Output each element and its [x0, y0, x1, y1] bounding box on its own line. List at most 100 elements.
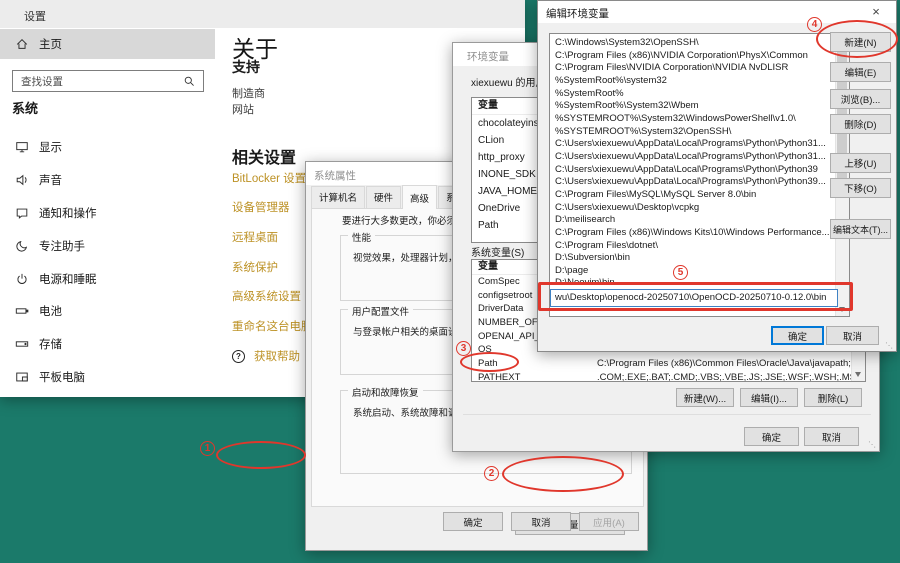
focus-assist-icon	[16, 240, 28, 252]
tab-hardware[interactable]: 硬件	[366, 186, 402, 208]
path-list-item[interactable]: %SYSTEMROOT%\System32\OpenSSH\	[550, 126, 838, 139]
link-device-manager[interactable]: 设备管理器	[232, 193, 313, 223]
path-list-item[interactable]: D:\page	[550, 265, 838, 278]
resize-grip[interactable]: ⋱	[868, 441, 876, 449]
envvars-delete-button[interactable]: 删除(L)	[804, 388, 862, 407]
editenv-ok-button[interactable]: 确定	[771, 326, 824, 345]
settings-search-input[interactable]: 查找设置	[12, 70, 204, 92]
settings-sidebar: 显示 声音 通知和操作 专注助手 电源和睡眠 电池 存储 平板电脑	[0, 131, 215, 393]
editenv-browse-button[interactable]: 浏览(B)...	[830, 89, 891, 109]
sidebar-item-notifications[interactable]: 通知和操作	[0, 197, 215, 230]
sidebar-item-label: 声音	[39, 175, 62, 188]
path-list-item[interactable]: C:\Users\xiexuewu\AppData\Local\Programs…	[550, 176, 838, 189]
close-icon[interactable]: ×	[861, 1, 891, 22]
link-advanced-system-settings[interactable]: 高级系统设置	[232, 281, 313, 311]
editenv-move-up-button[interactable]: 上移(U)	[830, 153, 891, 173]
editenv-new-button[interactable]: 新建(N)	[830, 32, 891, 52]
link-rename-pc[interactable]: 重命名这台电脑	[232, 311, 313, 341]
editenv-title: 编辑环境变量	[546, 8, 609, 20]
link-system-protection[interactable]: 系统保护	[232, 252, 313, 282]
path-list-item[interactable]: C:\Program Files (x86)\Windows Kits\10\W…	[550, 227, 838, 240]
sidebar-item-display[interactable]: 显示	[0, 131, 215, 164]
search-placeholder: 查找设置	[21, 75, 63, 88]
path-list[interactable]: C:\Windows\System32\OpenSSH\ C:\Program …	[549, 33, 850, 317]
list-item: PATHEXT .COM;.EXE;.BAT;.CMD;.VBS;.VBE;.JS…	[478, 371, 863, 382]
editenv-move-down-button[interactable]: 下移(O)	[830, 178, 891, 198]
path-list-item[interactable]: %SystemRoot%\system32	[550, 75, 838, 88]
path-list-item[interactable]: %SystemRoot%\System32\Wbem	[550, 100, 838, 113]
envvars-ok-button[interactable]: 确定	[744, 427, 799, 446]
path-list-item[interactable]: C:\Users\xiexuewu\AppData\Local\Programs…	[550, 151, 838, 164]
settings-titlebar: 设置	[0, 0, 525, 28]
editenv-cancel-button[interactable]: 取消	[826, 326, 879, 345]
search-icon[interactable]	[183, 75, 196, 88]
battery-icon	[15, 308, 29, 315]
support-heading: 支持	[232, 59, 260, 75]
sidebar-item-label: 专注助手	[39, 240, 85, 253]
display-icon	[16, 142, 28, 153]
sidebar-item-home[interactable]: 主页	[0, 29, 215, 59]
path-list-item[interactable]: C:\Windows\System32\OpenSSH\	[550, 37, 838, 50]
scroll-down-icon[interactable]	[839, 307, 845, 312]
scroll-down-icon[interactable]	[855, 372, 861, 377]
sidebar-home-label: 主页	[39, 39, 62, 51]
sound-icon	[16, 174, 27, 186]
separator	[463, 414, 871, 415]
sidebar-item-label: 平板电脑	[39, 371, 85, 384]
link-bitlocker[interactable]: BitLocker 设置	[232, 163, 313, 193]
path-list-item[interactable]: D:\meilisearch	[550, 214, 838, 227]
path-list-item[interactable]: C:\Program Files\NVIDIA Corporation\NVID…	[550, 62, 838, 75]
editenv-edit-button[interactable]: 编辑(E)	[830, 62, 891, 82]
sysprops-ok-button[interactable]: 确定	[443, 512, 503, 531]
group-title: 启动和故障恢复	[348, 385, 423, 399]
settings-app-title: 设置	[24, 11, 46, 23]
get-help-label: 获取帮助	[254, 351, 300, 363]
path-edit-input[interactable]: wu\Desktop\openocd-20250710\OpenOCD-2025…	[550, 289, 838, 307]
notifications-icon	[16, 208, 28, 219]
storage-icon	[15, 341, 29, 347]
path-list-item[interactable]: D:\Subversion\bin	[550, 252, 838, 265]
group-title: 性能	[348, 230, 376, 244]
group-title: 用户配置文件	[348, 304, 414, 318]
sidebar-item-storage[interactable]: 存储	[0, 328, 215, 361]
resize-grip[interactable]: ⋱	[885, 342, 893, 350]
sidebar-item-label: 通知和操作	[39, 207, 97, 220]
sidebar-section-system: 系统	[12, 101, 39, 116]
sysprops-title: 系统属性	[314, 170, 356, 182]
link-remote-desktop[interactable]: 远程桌面	[232, 222, 313, 252]
tab-computer-name[interactable]: 计算机名	[311, 186, 366, 208]
path-list-item[interactable]: C:\Program Files\MySQL\MySQL Server 8.0\…	[550, 189, 838, 202]
envvars-title: 环境变量	[467, 51, 509, 63]
help-icon: ?	[232, 349, 245, 363]
sidebar-item-power-sleep[interactable]: 电源和睡眠	[0, 262, 215, 295]
tab-advanced[interactable]: 高级	[402, 185, 438, 209]
sysprops-apply-button[interactable]: 应用(A)	[579, 512, 639, 531]
sidebar-item-battery[interactable]: 电池	[0, 295, 215, 328]
desktop: 设置 主页 查找设置 系统 显示 声音 通知和操作 专注助手 电源和睡眠 电池 …	[0, 0, 900, 563]
sidebar-item-label: 显示	[39, 142, 62, 155]
envvars-cancel-button[interactable]: 取消	[804, 427, 859, 446]
sidebar-item-tablet[interactable]: 平板电脑	[0, 361, 215, 394]
home-icon	[16, 38, 28, 49]
path-list-item[interactable]: %SystemRoot%	[550, 88, 838, 101]
sidebar-item-focus-assist[interactable]: 专注助手	[0, 229, 215, 262]
sysprops-cancel-button[interactable]: 取消	[511, 512, 571, 531]
get-help-link[interactable]: ? 获取帮助	[232, 348, 300, 364]
annotation-step-1: 1	[200, 441, 215, 456]
related-settings-links: BitLocker 设置 设备管理器 远程桌面 系统保护 高级系统设置 重命名这…	[232, 163, 313, 341]
path-list-item[interactable]: C:\Users\xiexuewu\AppData\Local\Programs…	[550, 138, 838, 151]
path-list-item[interactable]: %SYSTEMROOT%\System32\WindowsPowerShell\…	[550, 113, 838, 126]
list-item-path[interactable]: Path C:\Program Files (x86)\Common Files\…	[472, 357, 865, 371]
envvars-edit-button[interactable]: 编辑(I)...	[740, 388, 798, 407]
editenv-delete-button[interactable]: 删除(D)	[830, 114, 891, 134]
support-item-manufacturer: 制造商	[232, 88, 265, 100]
system-variables-label: 系统变量(S)	[471, 248, 525, 259]
path-list-item[interactable]: C:\Users\xiexuewu\AppData\Local\Programs…	[550, 164, 838, 177]
editenv-edit-text-button[interactable]: 编辑文本(T)...	[830, 219, 891, 239]
power-icon	[17, 273, 27, 284]
path-list-item[interactable]: C:\Program Files\dotnet\	[550, 240, 838, 253]
path-list-item[interactable]: C:\Program Files (x86)\NVIDIA Corporatio…	[550, 50, 838, 63]
sidebar-item-sound[interactable]: 声音	[0, 164, 215, 197]
envvars-new-button[interactable]: 新建(W)...	[676, 388, 734, 407]
path-list-item[interactable]: C:\Users\xiexuewu\Desktop\vcpkg	[550, 202, 838, 215]
